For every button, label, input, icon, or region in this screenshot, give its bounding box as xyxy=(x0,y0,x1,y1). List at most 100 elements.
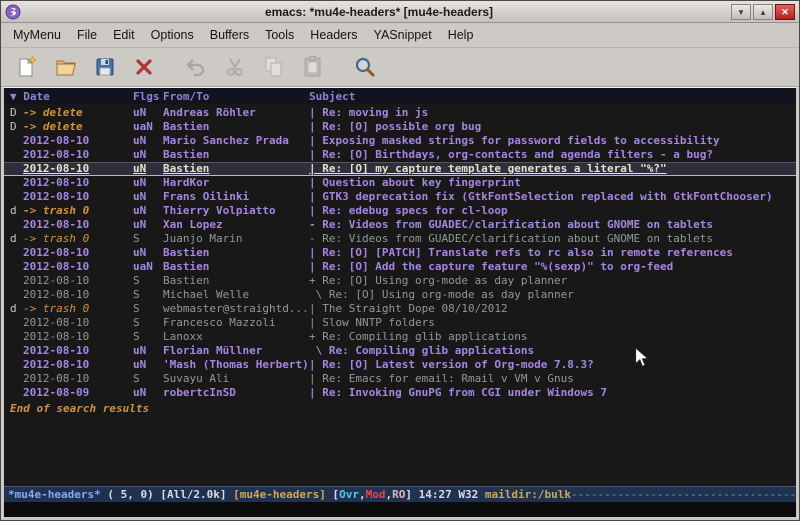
message-flags: S xyxy=(133,330,163,344)
message-date: 2012-08-10 xyxy=(23,176,133,190)
message-mark xyxy=(10,358,23,372)
menu-tools[interactable]: Tools xyxy=(257,25,302,45)
modeline-ro: RO xyxy=(392,488,405,501)
echo-area[interactable] xyxy=(4,502,796,517)
open-file-icon[interactable] xyxy=(48,51,84,83)
message-row[interactable]: d-> trash 0SJuanjo Marin- Re: Videos fro… xyxy=(4,232,796,246)
message-row[interactable]: 2012-08-10uN'Mash (Thomas Herbert)| Re: … xyxy=(4,358,796,372)
message-from: Suvayu Ali xyxy=(163,372,309,386)
copy-glyph xyxy=(262,55,286,79)
message-mark xyxy=(10,162,23,176)
message-subject: | Re: [O] Latest version of Org-mode 7.8… xyxy=(309,358,796,372)
menubar: MyMenuFileEditOptionsBuffersToolsHeaders… xyxy=(1,23,799,47)
header-line: ▼ Date Flgs From/To Subject xyxy=(4,88,796,104)
message-row[interactable]: 2012-08-10uaNBastien| Re: [O] Add the ca… xyxy=(4,260,796,274)
message-from: Andreas Röhler xyxy=(163,106,309,120)
message-from: robertcInSD xyxy=(163,386,309,400)
message-date: 2012-08-10 xyxy=(23,190,133,204)
toolbar xyxy=(1,47,799,87)
message-date: 2012-08-10 xyxy=(23,162,133,176)
message-row[interactable]: 2012-08-10SMichael Welle \ Re: [O] Using… xyxy=(4,288,796,302)
message-subject: | Re: Invoking GnuPG from CGI under Wind… xyxy=(309,386,796,400)
message-from: Mario Sanchez Prada xyxy=(163,134,309,148)
message-row[interactable]: 2012-08-10uNFrans Oilinki| GTK3 deprecat… xyxy=(4,190,796,204)
message-flags: S xyxy=(133,372,163,386)
menu-edit[interactable]: Edit xyxy=(105,25,143,45)
message-mark xyxy=(10,218,23,232)
message-subject: | Exposing masked strings for password f… xyxy=(309,134,796,148)
paste-icon[interactable] xyxy=(295,51,331,83)
message-from: webmaster@straightd... xyxy=(163,302,309,316)
message-row[interactable]: D-> deleteuNAndreas Röhler| Re: moving i… xyxy=(4,106,796,120)
message-row[interactable]: 2012-08-10uNBastien| Re: [O] [PATCH] Tra… xyxy=(4,246,796,260)
message-from: Bastien xyxy=(163,274,309,288)
window-controls: ▾ ▴ ✕ xyxy=(731,4,795,20)
column-header-from[interactable]: From/To xyxy=(163,90,309,103)
message-row[interactable]: 2012-08-10SLanoxx+ Re: Compiling glib ap… xyxy=(4,330,796,344)
close-button[interactable]: ✕ xyxy=(775,4,795,20)
undo-icon[interactable] xyxy=(178,51,214,83)
message-row[interactable]: d-> trash 0Swebmaster@straightd...| The … xyxy=(4,302,796,316)
message-row[interactable]: 2012-08-10uNMario Sanchez Prada| Exposin… xyxy=(4,134,796,148)
new-file-icon[interactable] xyxy=(9,51,45,83)
close-x-glyph xyxy=(132,55,156,79)
cut-icon[interactable] xyxy=(217,51,253,83)
message-from: Frans Oilinki xyxy=(163,190,309,204)
modeline-plain: ] xyxy=(405,488,418,501)
modeline-mod: Mod xyxy=(366,488,386,501)
message-mark xyxy=(10,246,23,260)
message-from: Bastien xyxy=(163,120,309,134)
message-row[interactable]: 2012-08-10SBastien+ Re: [O] Using org-mo… xyxy=(4,274,796,288)
message-subject: | Re: [O] my capture template generates … xyxy=(309,162,796,176)
message-from: Bastien xyxy=(163,260,309,274)
menu-help[interactable]: Help xyxy=(440,25,482,45)
message-mark xyxy=(10,288,23,302)
menu-options[interactable]: Options xyxy=(143,25,202,45)
copy-icon[interactable] xyxy=(256,51,292,83)
mode-line[interactable]: *mu4e-headers* ( 5, 0) [All/2.0k] [mu4e-… xyxy=(4,486,796,502)
message-mark: d xyxy=(10,204,23,218)
menu-file[interactable]: File xyxy=(69,25,105,45)
message-flags: uaN xyxy=(133,120,163,134)
minimize-button[interactable]: ▾ xyxy=(731,4,751,20)
message-row[interactable]: 2012-08-10uNHardKor| Question about key … xyxy=(4,176,796,190)
message-from: Thierry Volpiatto xyxy=(163,204,309,218)
message-row[interactable]: 2012-08-10SSuvayu Ali| Re: Emacs for ema… xyxy=(4,372,796,386)
message-subject: + Re: Compiling glib applications xyxy=(309,330,796,344)
titlebar[interactable]: emacs: *mu4e-headers* [mu4e-headers] ▾ ▴… xyxy=(1,1,799,23)
menu-mymenu[interactable]: MyMenu xyxy=(5,25,69,45)
search-icon[interactable] xyxy=(347,51,383,83)
modeline-plain: ( 5, 0) [All/2.0k] xyxy=(101,488,233,501)
column-header-subject[interactable]: Subject xyxy=(309,90,796,103)
message-subject: | Re: [O] [PATCH] Translate refs to rc a… xyxy=(309,246,796,260)
message-from: Juanjo Marin xyxy=(163,232,309,246)
message-from: Florian Müllner xyxy=(163,344,309,358)
message-subject: + Re: [O] Using org-mode as day planner xyxy=(309,274,796,288)
menu-buffers[interactable]: Buffers xyxy=(202,25,257,45)
column-header-flags[interactable]: Flgs xyxy=(133,90,163,103)
emacs-window: emacs: *mu4e-headers* [mu4e-headers] ▾ ▴… xyxy=(0,0,800,521)
kill-buffer-icon[interactable] xyxy=(126,51,162,83)
column-header-date[interactable]: ▼ Date xyxy=(10,90,133,103)
message-from: HardKor xyxy=(163,176,309,190)
message-row[interactable]: 2012-08-09uNrobertcInSD| Re: Invoking Gn… xyxy=(4,386,796,400)
message-row[interactable]: 2012-08-10uNBastien| Re: [O] Birthdays, … xyxy=(4,148,796,162)
clipboard-glyph xyxy=(301,55,325,79)
message-row[interactable]: 2012-08-10SFrancesco Mazzoli| Slow NNTP … xyxy=(4,316,796,330)
message-row[interactable]: 2012-08-10uNFlorian Müllner \ Re: Compil… xyxy=(4,344,796,358)
message-subject: - Re: Videos from GUADEC/clarification a… xyxy=(309,218,796,232)
message-flags: S xyxy=(133,316,163,330)
message-mark xyxy=(10,260,23,274)
message-row[interactable]: d-> trash 0uNThierry Volpiatto| Re: edeb… xyxy=(4,204,796,218)
message-flags: S xyxy=(133,302,163,316)
message-row[interactable]: 2012-08-10uNBastien| Re: [O] my capture … xyxy=(4,162,796,176)
message-list: D-> deleteuNAndreas Röhler| Re: moving i… xyxy=(4,104,796,400)
scissors-glyph xyxy=(223,55,247,79)
message-row[interactable]: D-> deleteuaNBastien| Re: [O] possible o… xyxy=(4,120,796,134)
maximize-button[interactable]: ▴ xyxy=(753,4,773,20)
message-row[interactable]: 2012-08-10uNXan Lopez- Re: Videos from G… xyxy=(4,218,796,232)
menu-yasnippet[interactable]: YASnippet xyxy=(366,25,440,45)
save-buffer-icon[interactable] xyxy=(87,51,123,83)
menu-headers[interactable]: Headers xyxy=(302,25,365,45)
save-glyph xyxy=(93,55,117,79)
